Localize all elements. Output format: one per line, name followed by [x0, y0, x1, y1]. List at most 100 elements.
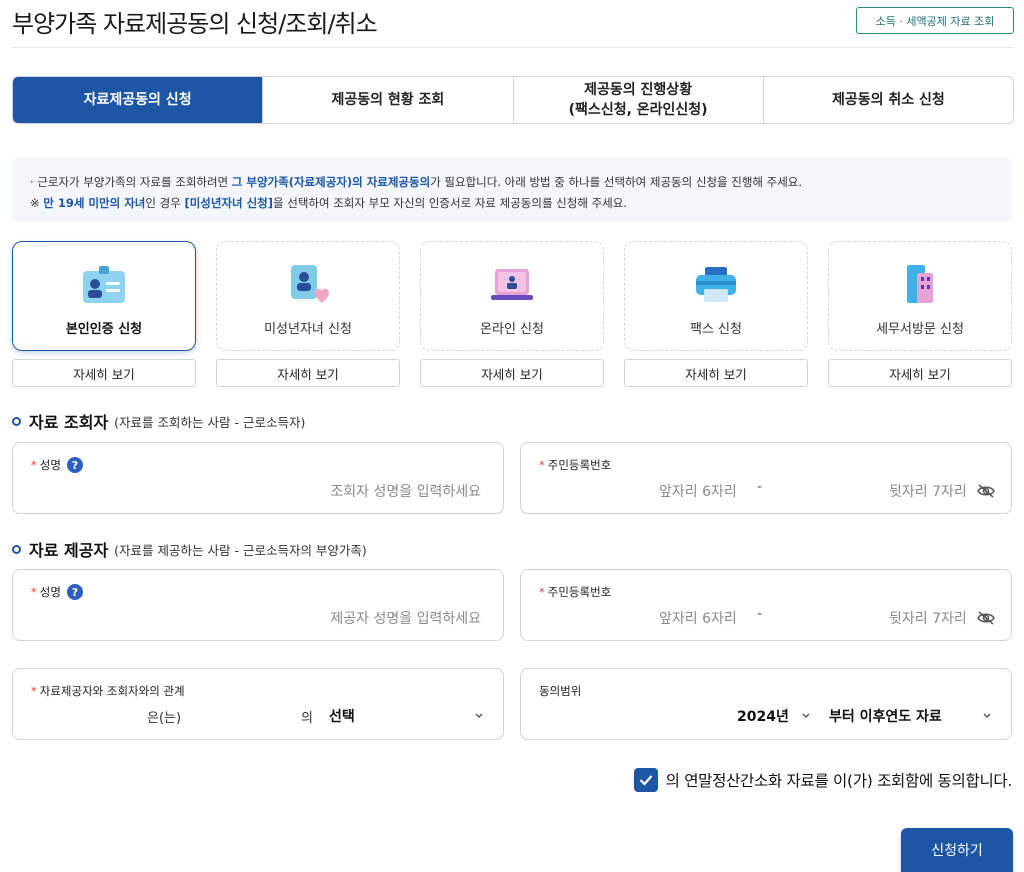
tab-consent-apply[interactable]: 자료제공동의 신청 — [13, 77, 264, 123]
notice-highlight: [미성년자녀 신청] — [184, 196, 274, 210]
chevron-down-icon[interactable] — [474, 712, 484, 720]
notice-box: · 근로자가 부양가족의 자료를 조회하려면 그 부양가족(자료제공자)의 자료… — [12, 158, 1012, 222]
provider-rrn-front-input[interactable]: 앞자리 6자리 — [659, 608, 737, 628]
relation-select[interactable]: 선택 — [329, 706, 355, 726]
viewer-rrn-back-input[interactable]: 뒷자리 7자리 — [889, 481, 967, 501]
notice-highlight: 만 19세 미만의 자녀 — [43, 196, 146, 210]
section-subtitle: (자료를 조회하는 사람 - 근로소득자) — [114, 414, 306, 430]
field-label: 동의범위 — [539, 683, 581, 699]
notice-text: 근로자가 부양가족의 자료를 조회하려면 — [37, 175, 232, 189]
provider-rrn-field[interactable]: * 주민등록번호 앞자리 6자리 - 뒷자리 7자리 — [520, 569, 1012, 641]
label-text: 주민등록번호 — [547, 458, 612, 472]
field-label: * 성명? — [31, 457, 83, 473]
notice-text: 가 필요합니다. 아래 방법 중 하나를 선택하여 제공동의 신청을 진행해 주… — [430, 175, 803, 189]
tab-consent-status[interactable]: 제공동의 현황 조회 — [263, 77, 514, 123]
viewer-rrn-field[interactable]: * 주민등록번호 앞자리 6자리 - 뒷자리 7자리 — [520, 442, 1012, 514]
laptop-icon — [488, 262, 536, 308]
building-icon — [896, 262, 944, 308]
section-bullet-icon — [12, 544, 21, 554]
tab-label-sub: (팩스신청, 온라인신청) — [568, 102, 708, 118]
viewer-name-field[interactable]: * 성명? 조회자 성명을 입력하세요 — [12, 442, 504, 514]
provider-name-field[interactable]: * 성명? 제공자 성명을 입력하세요 — [12, 569, 504, 641]
printer-icon — [692, 262, 740, 308]
income-deduction-link[interactable]: 소득 · 세액공제 자료 조회 — [856, 7, 1014, 34]
method-label: 세무서방문 신청 — [876, 322, 964, 337]
scope-field[interactable]: 동의범위 2024년 부터 이후연도 자료 — [520, 668, 1012, 740]
label-text: 성명 — [39, 585, 61, 599]
submit-button[interactable]: 신청하기 — [901, 828, 1013, 872]
consent-text: 의 연말정산간소화 자료를 이(가) 조회함에 동의합니다. — [665, 772, 1013, 790]
relation-field[interactable]: * 자료제공자와 조회자와의 관계 은(는) 의 선택 — [12, 668, 504, 740]
relation-text-subject: 은(는) — [147, 711, 182, 726]
section-bullet-icon — [12, 416, 21, 426]
year-select[interactable]: 2024년 — [737, 706, 789, 726]
viewer-name-input[interactable]: 조회자 성명을 입력하세요 — [330, 481, 481, 501]
required-mark: * — [539, 458, 545, 472]
method-label: 팩스 신청 — [690, 322, 742, 337]
required-mark: * — [31, 585, 37, 599]
section-title: 자료 제공자 — [29, 541, 109, 560]
help-icon[interactable]: ? — [66, 457, 83, 473]
label-text: 자료제공자와 조회자와의 관계 — [39, 684, 185, 698]
method-card-identity[interactable]: 본인인증 신청 — [12, 241, 196, 351]
section-title: 자료 조회자 — [29, 413, 109, 432]
method-label: 미성년자녀 신청 — [264, 322, 352, 337]
tab-consent-progress[interactable]: 제공동의 진행상황 (팩스신청, 온라인신청) — [514, 77, 764, 123]
method-card-office-visit[interactable]: 세무서방문 신청 — [828, 241, 1012, 351]
tab-label: 제공동의 진행상황 — [584, 82, 693, 98]
required-mark: * — [31, 458, 37, 472]
tab-consent-cancel[interactable]: 제공동의 취소 신청 — [764, 77, 1013, 123]
chevron-down-icon[interactable] — [982, 712, 992, 720]
field-label: * 주민등록번호 — [539, 457, 611, 473]
detail-button-minor-child[interactable]: 자세히 보기 — [216, 359, 400, 387]
label-text: 주민등록번호 — [547, 585, 612, 599]
help-icon[interactable]: ? — [66, 584, 83, 600]
tab-label: 제공동의 취소 신청 — [831, 92, 945, 108]
rrn-dash: - — [757, 479, 763, 495]
method-label: 온라인 신청 — [480, 322, 544, 337]
viewer-section-header: 자료 조회자 (자료를 조회하는 사람 - 근로소득자) — [12, 409, 305, 433]
label-text: 성명 — [39, 458, 61, 472]
provider-section-header: 자료 제공자 (자료를 제공하는 사람 - 근로소득자의 부양가족) — [12, 537, 367, 561]
method-card-online[interactable]: 온라인 신청 — [420, 241, 604, 351]
tab-bar: 자료제공동의 신청 제공동의 현황 조회 제공동의 진행상황 (팩스신청, 온라인… — [12, 76, 1014, 124]
range-select[interactable]: 부터 이후연도 자료 — [829, 706, 942, 726]
relation-text-of: 의 — [301, 711, 313, 726]
tab-label: 자료제공동의 신청 — [83, 92, 192, 108]
notice-line-2: ※ 만 19세 미만의 자녀인 경우 [미성년자녀 신청]을 선택하여 조회자 … — [30, 193, 994, 214]
page-title: 부양가족 자료제공동의 신청/조회/취소 — [12, 10, 378, 38]
check-icon — [639, 775, 652, 786]
notice-text: 을 선택하여 조회자 부모 자신의 인증서로 자료 제공동의를 신청해 주세요. — [273, 196, 627, 210]
provider-rrn-back-input[interactable]: 뒷자리 7자리 — [889, 608, 967, 628]
notice-line-1: · 근로자가 부양가족의 자료를 조회하려면 그 부양가족(자료제공자)의 자료… — [30, 175, 803, 189]
method-card-minor-child[interactable]: 미성년자녀 신청 — [216, 241, 400, 351]
detail-button-fax[interactable]: 자세히 보기 — [624, 359, 808, 387]
notice-text: ※ — [30, 196, 44, 210]
section-subtitle: (자료를 제공하는 사람 - 근로소득자의 부양가족) — [114, 542, 367, 558]
method-card-fax[interactable]: 팩스 신청 — [624, 241, 808, 351]
tab-label: 제공동의 현황 조회 — [331, 92, 445, 108]
rrn-dash: - — [757, 606, 763, 622]
field-label: * 자료제공자와 조회자와의 관계 — [31, 683, 185, 699]
label-text: 동의범위 — [539, 684, 582, 698]
consent-row: 의 연말정산간소화 자료를 이(가) 조회함에 동의합니다. — [633, 768, 1013, 792]
chevron-down-icon[interactable] — [801, 712, 811, 720]
eye-slash-icon[interactable] — [977, 611, 995, 625]
notice-text: 인 경우 — [145, 196, 185, 210]
viewer-rrn-front-input[interactable]: 앞자리 6자리 — [659, 481, 737, 501]
id-card-icon — [80, 262, 128, 308]
method-label: 본인인증 신청 — [65, 322, 143, 337]
detail-button-online[interactable]: 자세히 보기 — [420, 359, 604, 387]
title-divider — [12, 47, 1014, 48]
eye-slash-icon[interactable] — [977, 484, 995, 498]
consent-checkbox[interactable] — [633, 768, 658, 792]
detail-button-identity[interactable]: 자세히 보기 — [12, 359, 196, 387]
child-heart-icon — [284, 262, 332, 308]
required-mark: * — [539, 585, 545, 599]
provider-name-input[interactable]: 제공자 성명을 입력하세요 — [330, 608, 481, 628]
notice-highlight: 그 부양가족(자료제공자)의 자료제공동의 — [231, 175, 431, 189]
method-cards: 본인인증 신청 자세히 보기 미성년자녀 신청 자세히 보기 온라인 신청 자세… — [12, 241, 1014, 389]
field-label: * 주민등록번호 — [539, 584, 611, 600]
required-mark: * — [31, 684, 37, 698]
detail-button-office-visit[interactable]: 자세히 보기 — [828, 359, 1012, 387]
